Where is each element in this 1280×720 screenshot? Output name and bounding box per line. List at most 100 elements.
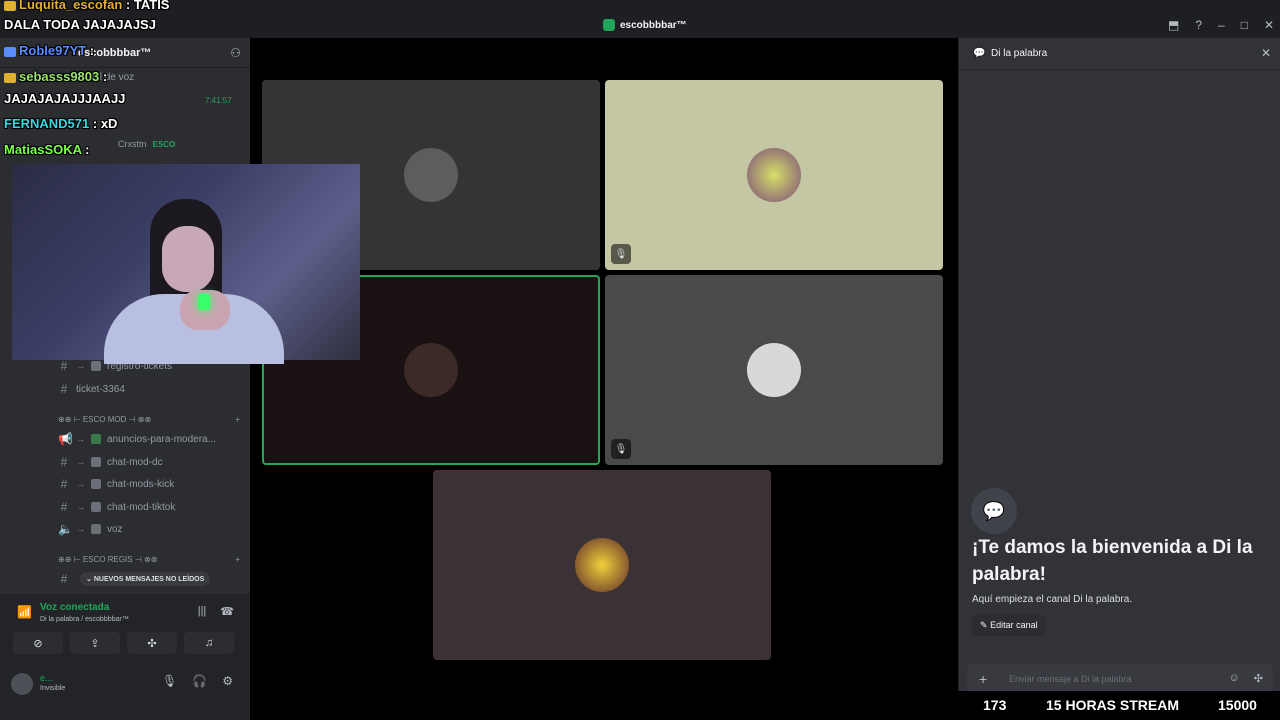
message-input[interactable]: + Enviar mensaje a Di la palabra ☺ ✣ — [967, 664, 1273, 694]
add-channel-icon[interactable]: + — [235, 555, 240, 564]
welcome-subtitle: Aquí empieza el canal Di la palabra. — [972, 594, 1133, 605]
avatar — [575, 538, 629, 592]
headphones-icon[interactable]: 🎧 — [192, 674, 207, 688]
new-messages-pill[interactable]: ⌄ NUEVOS MENSAJES NO LEÍDOS — [80, 572, 211, 586]
announce-icon: 📢 — [58, 432, 73, 446]
emoji-icon[interactable]: ☺ — [1229, 672, 1240, 685]
edit-channel-button[interactable]: ✎ Editar canal — [972, 615, 1046, 636]
hash-icon: # — [60, 500, 68, 514]
chat-line: JAJAJAJAJJJAAJJ — [4, 91, 126, 106]
welcome-title: ¡Te damos la bienvenida a Di la palabra! — [972, 537, 1253, 585]
add-channel-icon[interactable]: + — [235, 415, 240, 424]
panel-title: Di la palabra — [991, 48, 1048, 59]
avatar[interactable] — [11, 673, 33, 695]
category-esco-mod[interactable]: ⊕⊕ ⊢ ESCO MOD ⊣ ⊗⊗ + — [58, 415, 240, 424]
voice-timer: 7:41:57 — [205, 96, 232, 105]
webcam-overlay — [12, 164, 360, 364]
username: e... — [40, 673, 53, 683]
chat-line: FERNAND571 : xD — [4, 116, 118, 131]
minimize-button[interactable]: – — [1218, 18, 1225, 32]
chat-line: MatiasSOKA : — [4, 142, 90, 157]
hash-icon: # — [60, 359, 68, 373]
channel-ticket[interactable]: # ticket-3364 — [58, 382, 125, 396]
chat-bubble-icon: 💬 — [973, 48, 986, 59]
invite-icon[interactable]: ⚇ — [230, 46, 241, 60]
emoji-icon — [91, 479, 101, 489]
close-icon[interactable]: ✕ — [1261, 46, 1271, 60]
channel-sidebar: escobbbbar™ ⚇ ...ar canal de voz 7:41:57… — [0, 38, 250, 720]
inbox-icon[interactable]: ⬒ — [1168, 18, 1179, 32]
server-icon — [603, 19, 615, 31]
hash-icon: # — [60, 382, 68, 396]
hash-icon: # — [60, 455, 68, 469]
noise-suppression-icon[interactable]: ||| — [198, 605, 207, 618]
user-panel: e... Invisible 🎙 🎧 ⚙ — [0, 664, 250, 720]
arrow-icon: → — [76, 457, 85, 467]
emoji-icon — [91, 434, 101, 444]
arrow-icon: → — [76, 434, 85, 444]
emoji-icon — [91, 502, 101, 512]
emoji-icon — [91, 361, 101, 371]
participant-tile[interactable]: 🎙 — [605, 275, 943, 465]
avatar — [404, 148, 458, 202]
badge-icon — [4, 46, 16, 57]
voice-chat-panel: 💬 Di la palabra ✕ 💬 ¡Te damos la bienven… — [958, 38, 1280, 720]
participant-tile[interactable]: 🎙 — [605, 80, 943, 270]
hash-icon: # — [60, 477, 68, 491]
muted-icon: 🎙 — [611, 439, 631, 459]
viewer-count: 173 — [983, 697, 1007, 713]
screen-share-button[interactable]: ⇪ — [70, 632, 120, 654]
avatar — [404, 343, 458, 397]
arrow-icon: → — [76, 361, 85, 371]
participant-tile[interactable] — [433, 470, 771, 660]
window-title: escobbbbar™ — [603, 19, 687, 31]
apps-icon[interactable]: ✣ — [1254, 672, 1263, 685]
close-button[interactable]: ✕ — [1264, 18, 1274, 32]
avatar — [747, 343, 801, 397]
voice-member[interactable]: Crxsttn ESCO — [118, 139, 175, 149]
chevron-down-icon: ⌄ — [86, 576, 92, 583]
channel-anuncios[interactable]: 📢 → anuncios-para-modera... — [58, 432, 216, 446]
channel-chat-mod-dc[interactable]: # → chat-mod-dc — [58, 455, 163, 469]
stream-label: 15 HORAS STREAM — [1046, 697, 1180, 713]
channel-voz[interactable]: 🔈 → voz — [58, 522, 123, 536]
mic-icon[interactable]: 🎙 — [162, 674, 177, 688]
category-esco-regis[interactable]: ⊕⊕ ⊢ ESCO REGIS ⊣ ⊗⊗ + — [58, 555, 240, 564]
speaker-icon: 🔈 — [58, 522, 73, 536]
chat-line: DALA TODA JAJAJAJSJ — [4, 17, 156, 32]
muted-icon: 🎙 — [611, 244, 631, 264]
soundboard-button[interactable]: ♫ — [184, 632, 234, 654]
camera-off-button[interactable]: ⊘ — [13, 632, 63, 654]
user-status: Invisible — [40, 685, 66, 692]
chat-bubble-icon: 💬 — [971, 488, 1017, 534]
member-badge: ESCO — [152, 139, 176, 149]
signal-icon: 📶 — [17, 605, 32, 619]
activities-button[interactable]: ✣ — [127, 632, 177, 654]
voice-stage: 🎙 🎙 — [250, 38, 958, 720]
badge-icon — [4, 72, 16, 83]
emoji-icon — [91, 524, 101, 534]
plus-icon[interactable]: + — [979, 671, 987, 687]
channel-chat-mods-kick[interactable]: # → chat-mods-kick — [58, 477, 175, 491]
panel-header: 💬 Di la palabra ✕ — [959, 38, 1280, 70]
voice-status[interactable]: Voz conectada — [40, 602, 109, 613]
chat-line: sebasss9803 : — [4, 69, 107, 84]
disconnect-icon[interactable]: ☎ — [220, 605, 234, 618]
arrow-icon: → — [76, 502, 85, 512]
title-bar: escobbbbar™ ⬒ ? – □ ✕ — [0, 0, 1280, 38]
gear-icon[interactable]: ⚙ — [222, 674, 233, 688]
arrow-icon: → — [76, 524, 85, 534]
channel-chat-mod-tiktok[interactable]: # → chat-mod-tiktok — [58, 500, 176, 514]
emoji-icon — [91, 457, 101, 467]
badge-icon — [4, 0, 16, 11]
stream-stats-bar: 173 15 HORAS STREAM 15000 — [958, 691, 1280, 720]
window-controls: ⬒ ? – □ ✕ — [1168, 18, 1274, 32]
maximize-button[interactable]: □ — [1241, 18, 1248, 32]
voice-channel[interactable]: Di la palabra / escobbbbar™ — [40, 616, 129, 623]
hash-icon: # — [60, 572, 68, 586]
arrow-icon: → — [76, 479, 85, 489]
goal-count: 15000 — [1218, 697, 1257, 713]
help-icon[interactable]: ? — [1195, 18, 1202, 32]
avatar — [747, 148, 801, 202]
message-placeholder: Enviar mensaje a Di la palabra — [1009, 674, 1132, 684]
